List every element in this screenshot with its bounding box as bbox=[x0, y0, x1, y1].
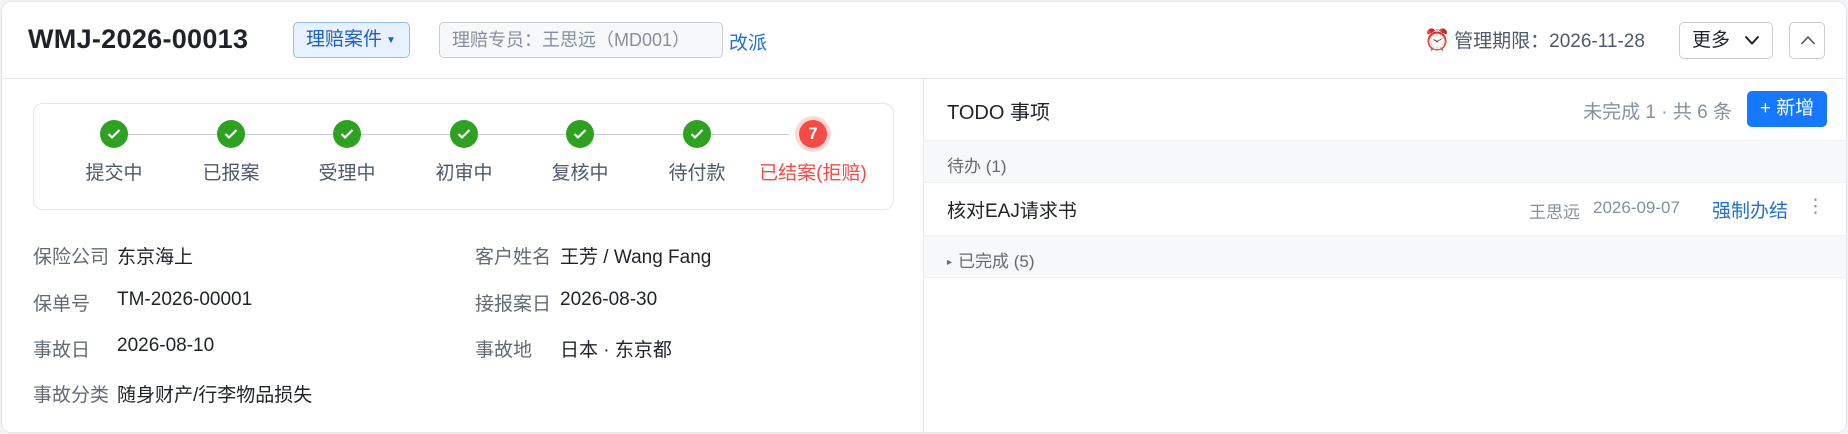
policy-value: TM-2026-00001 bbox=[117, 289, 253, 310]
assignee-field[interactable]: 理赔专员：王思远（MD001） bbox=[439, 22, 723, 58]
collapse-button[interactable] bbox=[1789, 22, 1825, 59]
todo-item: 核对EAJ请求书 王思远 2026-09-07 强制办结 ⋮ bbox=[925, 183, 1846, 235]
policy-label: 保单号 bbox=[33, 294, 91, 315]
done-group-label-wrap: ▸ 已完成 (5) bbox=[947, 247, 1035, 272]
more-button[interactable]: 更多 bbox=[1679, 22, 1773, 59]
current-step-number: 7 bbox=[799, 120, 827, 148]
step-label: 受理中 bbox=[318, 163, 376, 184]
case-detail-card: WMJ-2026-00013 理赔案件 ▼ 理赔专员：王思远（MD001） 改派 … bbox=[1, 1, 1847, 433]
check-icon bbox=[333, 120, 361, 148]
todo-title: TODO 事项 bbox=[947, 102, 1050, 124]
report-date-value: 2026-08-30 bbox=[560, 289, 658, 310]
step-label: 待付款 bbox=[668, 163, 726, 184]
step-label: 提交中 bbox=[85, 163, 143, 184]
step-label: 复核中 bbox=[551, 163, 609, 184]
check-icon bbox=[683, 120, 711, 148]
category-label: 事故分类 bbox=[33, 385, 110, 406]
customer-value: 王芳 / Wang Fang bbox=[560, 247, 712, 268]
accident-date-label: 事故日 bbox=[33, 340, 91, 361]
step-item-current: 7 已结案(拒赔) bbox=[748, 120, 878, 185]
accident-place-label: 事故地 bbox=[475, 340, 533, 361]
chevron-up-icon bbox=[1800, 35, 1816, 45]
step-item: 提交中 bbox=[49, 120, 179, 185]
step-item: 待付款 bbox=[632, 120, 762, 185]
add-todo-button[interactable]: + 新增 bbox=[1747, 91, 1827, 127]
case-info-panel: 提交中 已报案 受理中 初审中 复核中 待付款 7 已结案(拒赔) 保险公司 东… bbox=[2, 79, 924, 432]
step-label: 已报案 bbox=[202, 163, 260, 184]
todo-item-date: 2026-09-07 bbox=[1593, 198, 1680, 217]
todo-item-text: 核对EAJ请求书 bbox=[947, 201, 1077, 222]
case-id-title: WMJ-2026-00013 bbox=[28, 24, 249, 54]
check-icon bbox=[217, 120, 245, 148]
todo-panel: TODO 事项 未完成 1 · 共 6 条 + 新增 待办 (1) 核对EAJ请… bbox=[925, 79, 1846, 432]
force-complete-link[interactable]: 强制办结 bbox=[1712, 196, 1788, 223]
report-date-label: 接报案日 bbox=[475, 294, 552, 315]
more-button-label: 更多 bbox=[1692, 30, 1731, 51]
step-item: 受理中 bbox=[282, 120, 412, 185]
more-vertical-icon[interactable]: ⋮ bbox=[1806, 195, 1825, 218]
check-icon bbox=[100, 120, 128, 148]
reassign-link[interactable]: 改派 bbox=[729, 28, 767, 55]
insurer-value: 东京海上 bbox=[117, 247, 194, 268]
check-icon bbox=[450, 120, 478, 148]
accident-date-value: 2026-08-10 bbox=[117, 335, 215, 356]
case-type-dropdown[interactable]: 理赔案件 ▼ bbox=[293, 22, 410, 58]
accident-place-value: 日本 · 东京都 bbox=[560, 340, 672, 361]
step-item: 初审中 bbox=[399, 120, 529, 185]
todo-count: 未完成 1 · 共 6 条 bbox=[1583, 102, 1732, 123]
caret-down-icon: ▼ bbox=[386, 35, 396, 46]
step-item: 已报案 bbox=[166, 120, 296, 185]
todo-item-owner: 王思远 bbox=[1529, 203, 1580, 222]
done-group-header[interactable]: ▸ 已完成 (5) bbox=[925, 235, 1846, 278]
progress-steps: 提交中 已报案 受理中 初审中 复核中 待付款 7 已结案(拒赔) bbox=[33, 103, 894, 210]
check-icon bbox=[566, 120, 594, 148]
step-label: 初审中 bbox=[435, 163, 493, 184]
pending-group-header[interactable]: 待办 (1) bbox=[925, 140, 1846, 183]
alarm-clock-icon: ⏰ bbox=[1424, 29, 1451, 52]
case-header: WMJ-2026-00013 理赔案件 ▼ 理赔专员：王思远（MD001） 改派 … bbox=[2, 2, 1846, 79]
category-value: 随身财产/行李物品损失 bbox=[117, 385, 313, 406]
chevron-down-icon bbox=[1744, 35, 1760, 45]
caret-right-icon: ▸ bbox=[947, 257, 953, 268]
deadline-text: 管理期限：2026-11-28 bbox=[1454, 31, 1645, 52]
step-label: 已结案(拒赔) bbox=[759, 163, 867, 184]
insurer-label: 保险公司 bbox=[33, 247, 110, 268]
done-group-label: 已完成 (5) bbox=[958, 252, 1035, 271]
pending-group-label: 待办 (1) bbox=[947, 157, 1007, 176]
deadline-info: ⏰ 管理期限：2026-11-28 bbox=[1424, 26, 1645, 53]
customer-label: 客户姓名 bbox=[475, 247, 552, 268]
step-item: 复核中 bbox=[515, 120, 645, 185]
case-type-label: 理赔案件 bbox=[306, 29, 383, 50]
